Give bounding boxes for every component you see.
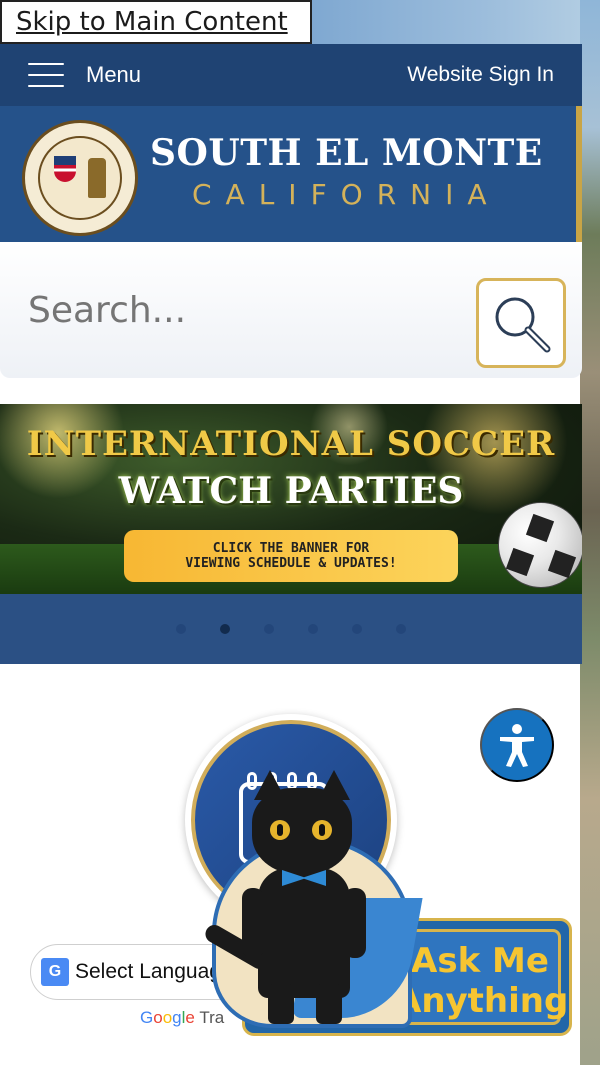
carousel-dot[interactable]	[264, 624, 274, 634]
background-photo-right	[580, 0, 600, 1065]
select-language-label: Select Language	[75, 960, 233, 983]
banner-title-line2: WATCH PARTIES	[118, 470, 464, 512]
city-name: SOUTH EL MONTE	[150, 132, 543, 174]
cat-right-arm	[344, 888, 366, 958]
menu-label: Menu	[86, 62, 142, 87]
chatbot-label-line2: Anything	[395, 981, 569, 1021]
background-photo-top	[312, 0, 600, 44]
google-translate-icon: G	[41, 958, 69, 986]
search-bar	[0, 242, 582, 378]
cat-mascot-icon	[252, 770, 352, 874]
accessibility-button[interactable]	[480, 708, 554, 782]
banner-cta-line1: CLICK THE BANNER FOR	[212, 541, 370, 556]
skip-to-main-link[interactable]: Skip to Main Content	[0, 0, 312, 44]
carousel-dot[interactable]	[352, 624, 362, 634]
banner-title-line1: INTERNATIONAL SOCCER	[26, 424, 556, 464]
search-input[interactable]	[0, 270, 460, 350]
cat-body	[258, 868, 350, 998]
cat-left-leg	[268, 984, 294, 1024]
cat-right-leg	[316, 984, 342, 1024]
menu-button[interactable]: Menu	[28, 62, 141, 88]
site-header: SOUTH EL MONTE CALIFORNIA	[0, 106, 582, 242]
accessibility-icon	[500, 724, 534, 767]
soccer-watch-parties-banner[interactable]: INTERNATIONAL SOCCER WATCH PARTIES CLICK…	[0, 404, 582, 594]
carousel-dot[interactable]	[396, 624, 406, 634]
ask-me-anything-chatbot[interactable]: Ask Me Anything	[202, 770, 582, 1048]
city-seal-logo[interactable]	[22, 120, 138, 236]
top-navbar: Menu Website Sign In	[0, 44, 582, 106]
banner-cta-line2: VIEWING SCHEDULE & UPDATES!	[185, 556, 397, 571]
cat-left-arm	[242, 888, 264, 958]
chatbot-label-line1: Ask Me	[411, 941, 549, 981]
hamburger-icon	[28, 63, 64, 87]
seal-shield-icon	[54, 156, 76, 182]
seal-trophy-icon	[88, 158, 106, 198]
carousel-pagination	[0, 594, 582, 664]
chatbot-label: Ask Me Anything	[395, 941, 569, 1021]
soccer-ball-icon	[498, 502, 582, 588]
state-name: CALIFORNIA	[192, 178, 501, 211]
carousel-dot-active[interactable]	[220, 624, 230, 634]
carousel-dot[interactable]	[176, 624, 186, 634]
carousel-dot[interactable]	[308, 624, 318, 634]
skip-link-label: Skip to Main Content	[16, 7, 288, 37]
banner-cta: CLICK THE BANNER FOR VIEWING SCHEDULE & …	[124, 530, 458, 582]
website-sign-in-link[interactable]: Website Sign In	[407, 63, 554, 87]
search-icon	[495, 297, 551, 353]
search-button[interactable]	[476, 278, 566, 368]
